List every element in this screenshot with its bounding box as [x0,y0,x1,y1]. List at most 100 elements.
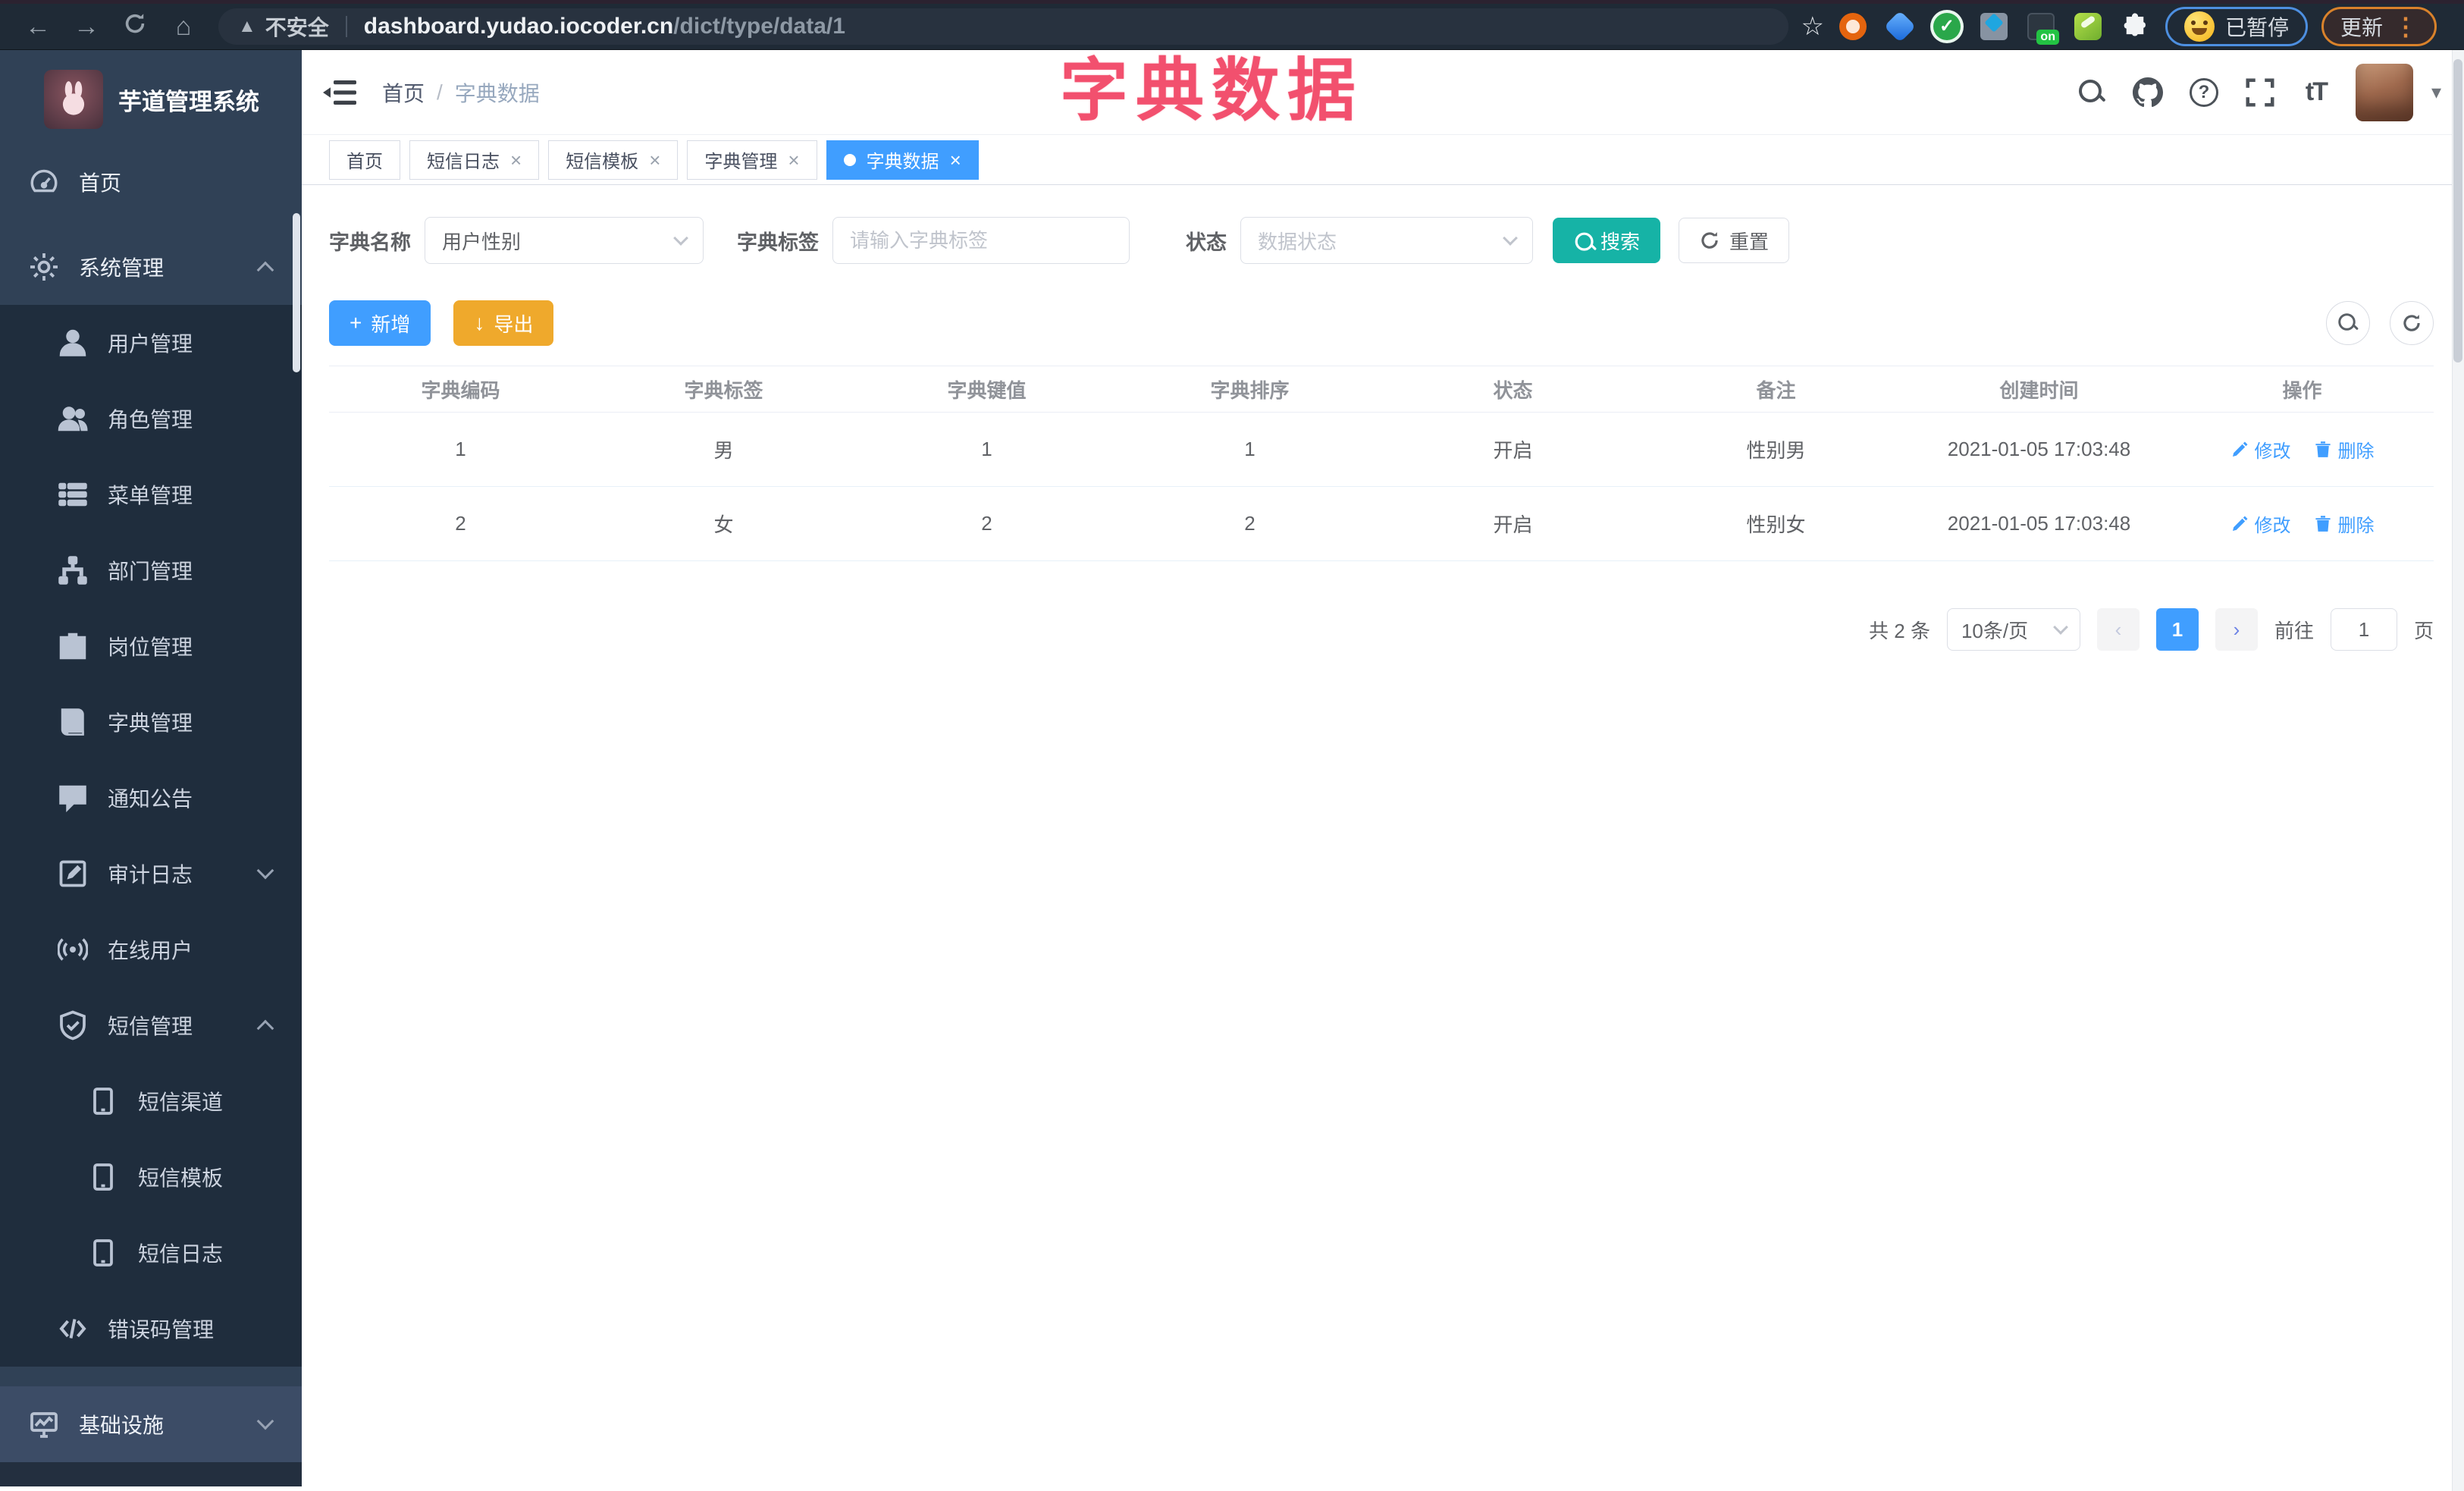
browser-reload-icon[interactable] [111,11,159,42]
dict-name-select[interactable]: 用户性别 [425,217,704,264]
sidebar-item-roles[interactable]: 角色管理 [0,381,302,457]
sidebar-collapse-icon[interactable] [323,78,356,107]
browser-forward-icon[interactable]: → [62,12,111,42]
close-icon[interactable]: × [649,150,660,170]
edit-link[interactable]: 修改 [2230,436,2291,463]
tag-sms-log[interactable]: 短信日志 × [409,140,540,180]
close-icon[interactable]: × [788,150,799,170]
sidebar-item-menus[interactable]: 菜单管理 [0,457,302,532]
next-page-button[interactable]: › [2215,608,2258,651]
close-icon[interactable]: × [510,150,522,170]
tag-dict-data[interactable]: 字典数据 × [826,140,979,180]
sidebar-item-online-users[interactable]: 在线用户 [0,912,302,987]
sidebar-item-sms-channel[interactable]: 短信渠道 [0,1063,302,1139]
sidebar-item-label: 基础设施 [79,1414,165,1437]
security-warning-label[interactable]: 不安全 [265,11,329,42]
sidebar-item-notices[interactable]: 通知公告 [0,760,302,836]
logo-image [44,70,103,129]
user-avatar[interactable] [2355,63,2413,121]
main-area: 首页 / 字典数据 ? tT ▾ 首页 短信日志 × 短信模板 × 字典管理 ×… [302,50,2464,1486]
extension-slides-icon[interactable] [1980,13,2008,40]
sidebar-item-audit-log[interactable]: 审计日志 [0,836,302,912]
browser-home-icon[interactable]: ⌂ [159,12,208,42]
prev-page-button[interactable]: ‹ [2096,608,2140,651]
sidebar-item-sms[interactable]: 短信管理 [0,987,302,1063]
briefcase-icon [58,631,88,661]
col-header: 创建时间 [1999,378,2079,402]
tag-home[interactable]: 首页 [329,140,400,180]
search-button[interactable]: 搜索 [1553,218,1661,263]
breadcrumb-current: 字典数据 [454,81,540,105]
search-icon[interactable] [2075,76,2108,109]
audit-edit-icon [58,859,88,889]
trash-icon [2315,441,2331,457]
current-page-button[interactable]: 1 [2155,608,2199,651]
sidebar-item-sms-template[interactable]: 短信模板 [0,1139,302,1215]
close-icon[interactable]: × [950,150,961,170]
delete-link[interactable]: 删除 [2314,510,2375,537]
download-icon: ↓ [474,311,485,334]
export-button[interactable]: ↓ 导出 [453,300,554,346]
browser-back-icon[interactable]: ← [14,12,62,42]
extension-green-check-icon[interactable]: ✓ [1933,13,1961,40]
sidebar-item-users[interactable]: 用户管理 [0,305,302,381]
fullscreen-icon[interactable] [2243,76,2277,109]
sidebar-item-home[interactable]: 首页 [0,144,302,220]
refresh-table-button[interactable] [2390,301,2434,345]
phone-icon [88,1162,118,1192]
sidebar-item-error-codes[interactable]: 错误码管理 [0,1291,302,1367]
filter-form: 字典名称 用户性别 字典标签 状态 数据状态 搜索 [329,217,2434,264]
delete-link[interactable]: 删除 [2314,436,2375,463]
list-icon [58,479,88,510]
tag-sms-template[interactable]: 短信模板 × [548,140,679,180]
chevron-down-icon [1503,231,1518,246]
security-warning-icon: ▲ [238,16,256,36]
sidebar-item-label: 通知公告 [108,787,193,811]
sidebar-bottom-strip [0,1462,302,1486]
help-icon[interactable]: ? [2187,76,2221,109]
sidebar-item-posts[interactable]: 岗位管理 [0,608,302,684]
chevron-up-icon [256,261,274,279]
breadcrumb-home[interactable]: 首页 [382,77,425,108]
edit-link[interactable]: 修改 [2230,510,2291,537]
extension-on-badge: on [2036,30,2059,45]
bookmark-star-icon[interactable]: ☆ [1801,11,1823,42]
sidebar-item-infrastructure[interactable]: 基础设施 [0,1386,302,1462]
toggle-search-button[interactable] [2326,301,2370,345]
extension-orange-ring-icon[interactable] [1839,13,1867,40]
dict-data-table: 字典编码 字典标签 字典键值 字典排序 状态 备注 创建时间 操作 1 男 1 … [329,366,2434,561]
sidebar-item-sms-log[interactable]: 短信日志 [0,1215,302,1291]
profile-paused-chip[interactable]: 已暂停 [2165,7,2308,46]
cell-remark: 性别女 [1746,513,1806,536]
url-host: dashboard.yudao.iocoder.cn [363,14,674,39]
sidebar-item-system[interactable]: 系统管理 [0,229,302,305]
extension-blue-gem-icon[interactable] [1883,10,1917,43]
dict-tag-input[interactable] [832,217,1130,264]
browser-menu-icon[interactable]: ⋮ [2393,12,2418,41]
sidebar-item-label: 短信管理 [108,1015,193,1038]
address-bar[interactable]: ▲ 不安全 dashboard.yudao.iocoder.cn /dict/t… [218,8,1789,45]
sidebar-scrollbar[interactable] [293,213,300,372]
sidebar-item-label: 错误码管理 [108,1318,215,1342]
tag-dict-manage[interactable]: 字典管理 × [687,140,817,180]
status-select[interactable]: 数据状态 [1240,217,1533,264]
sidebar-logo[interactable]: 芋道管理系统 [0,50,302,140]
dashboard-icon [29,167,59,197]
page-scrollbar[interactable] [2452,50,2464,1491]
github-icon[interactable] [2131,76,2165,109]
extension-switch-icon[interactable]: on [2027,13,2059,45]
extension-leaf-icon[interactable] [2074,13,2102,40]
page-size-select[interactable]: 10条/页 [1946,608,2080,651]
page-scrollbar-thumb[interactable] [2453,59,2462,363]
sidebar-item-dict[interactable]: 字典管理 [0,684,302,760]
col-header: 备注 [1756,378,1796,402]
avatar-caret-icon[interactable]: ▾ [2431,80,2441,104]
reset-button[interactable]: 重置 [1679,218,1790,263]
online-signal-icon [57,934,89,965]
font-size-icon[interactable]: tT [2299,76,2333,109]
add-button[interactable]: + 新增 [329,300,431,346]
sidebar-item-departments[interactable]: 部门管理 [0,532,302,608]
extensions-puzzle-icon[interactable] [2121,13,2149,40]
goto-page-input[interactable] [2330,608,2397,651]
browser-update-chip[interactable]: 更新 ⋮ [2321,7,2437,46]
